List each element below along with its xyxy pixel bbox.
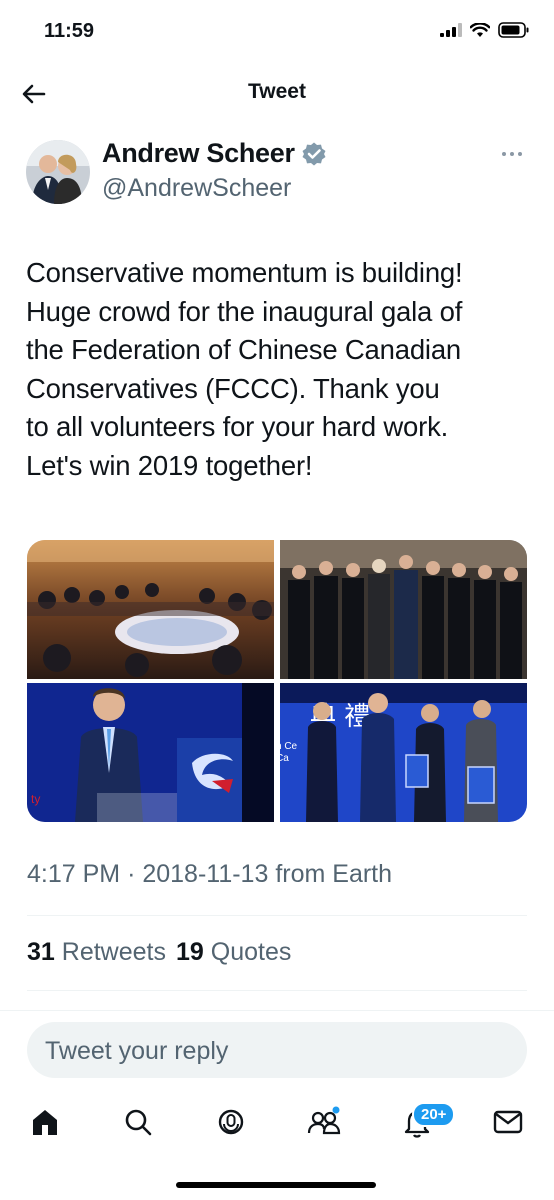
tweet-time: 4:17 PM xyxy=(27,860,121,888)
signal-icon xyxy=(440,23,462,37)
reply-input[interactable]: Tweet your reply xyxy=(27,1022,527,1078)
retweets-stat[interactable]: 31 Retweets xyxy=(27,938,166,967)
author-handle[interactable]: @AndrewScheer xyxy=(102,174,291,203)
messages-icon[interactable] xyxy=(488,1102,528,1142)
verified-badge-icon xyxy=(302,142,326,165)
tweet-stats: 31 Retweets 19 Quotes xyxy=(27,938,291,967)
photo-group-lineup[interactable] xyxy=(280,540,527,679)
quotes-label: Quotes xyxy=(210,938,292,966)
quotes-count: 19 xyxy=(175,938,204,966)
svg-text:Ca: Ca xyxy=(280,753,289,764)
quotes-stat[interactable]: 19 Quotes xyxy=(176,938,291,967)
status-time: 11:59 xyxy=(44,20,95,42)
author-name-row[interactable]: Andrew Scheer xyxy=(102,138,327,169)
divider xyxy=(27,915,527,916)
tweet-date: 2018-11-13 xyxy=(142,860,269,888)
spaces-icon[interactable] xyxy=(211,1102,251,1142)
bottom-tab-bar xyxy=(0,1090,554,1150)
home-icon[interactable] xyxy=(25,1102,65,1142)
photo-speaker-podium[interactable]: ty xyxy=(27,683,274,822)
tweet-meta: 4:17 PM · 2018-11-13 from Earth xyxy=(27,860,392,889)
status-bar: 11:59 xyxy=(0,0,554,64)
svg-text:n Ce: n Ce xyxy=(280,741,298,752)
tweet-text-line: Conservatives (FCCC). Thank you xyxy=(26,372,440,404)
photo-gala-crowd[interactable] xyxy=(27,540,274,679)
media-grid: ty 典 禮 n Ce Ca xyxy=(27,540,527,822)
avatar[interactable] xyxy=(26,140,90,204)
tweet-source: from Earth xyxy=(275,860,393,888)
tweet-text-line: Huge crowd for the inaugural gala of xyxy=(26,295,463,327)
svg-text:ty: ty xyxy=(31,792,40,806)
avatar-photo xyxy=(26,140,90,204)
wifi-icon xyxy=(470,22,490,37)
home-indicator xyxy=(176,1182,376,1188)
tweet-text: Conservative momentum is building! Huge … xyxy=(26,254,536,485)
retweets-label: Retweets xyxy=(61,938,166,966)
tweet-author: Andrew Scheer @AndrewScheer xyxy=(26,138,530,208)
battery-icon xyxy=(498,22,529,38)
author-name: Andrew Scheer xyxy=(102,138,295,168)
tweet-header: Tweet xyxy=(0,70,554,118)
notifications-badge: 20+ xyxy=(412,1102,456,1127)
divider xyxy=(0,1010,554,1011)
page-title: Tweet xyxy=(248,80,306,103)
search-icon[interactable] xyxy=(118,1102,158,1142)
reply-placeholder: Tweet your reply xyxy=(45,1037,229,1065)
tweet-text-line: Let's win 2019 together! xyxy=(26,449,313,481)
tweet-text-line: to all volunteers for your hard work. xyxy=(26,411,449,442)
status-icons xyxy=(440,22,530,38)
divider xyxy=(27,990,527,991)
tweet-text-line: Conservative momentum is building! xyxy=(26,257,463,288)
more-options-icon[interactable] xyxy=(498,144,526,164)
communities-icon[interactable] xyxy=(304,1102,344,1142)
retweets-count: 31 xyxy=(27,938,55,966)
photo-award-presentation[interactable]: 典 禮 n Ce Ca xyxy=(280,683,527,822)
tweet-text-line: the Federation of Chinese Canadian xyxy=(26,334,462,365)
meta-separator: · xyxy=(127,860,143,888)
